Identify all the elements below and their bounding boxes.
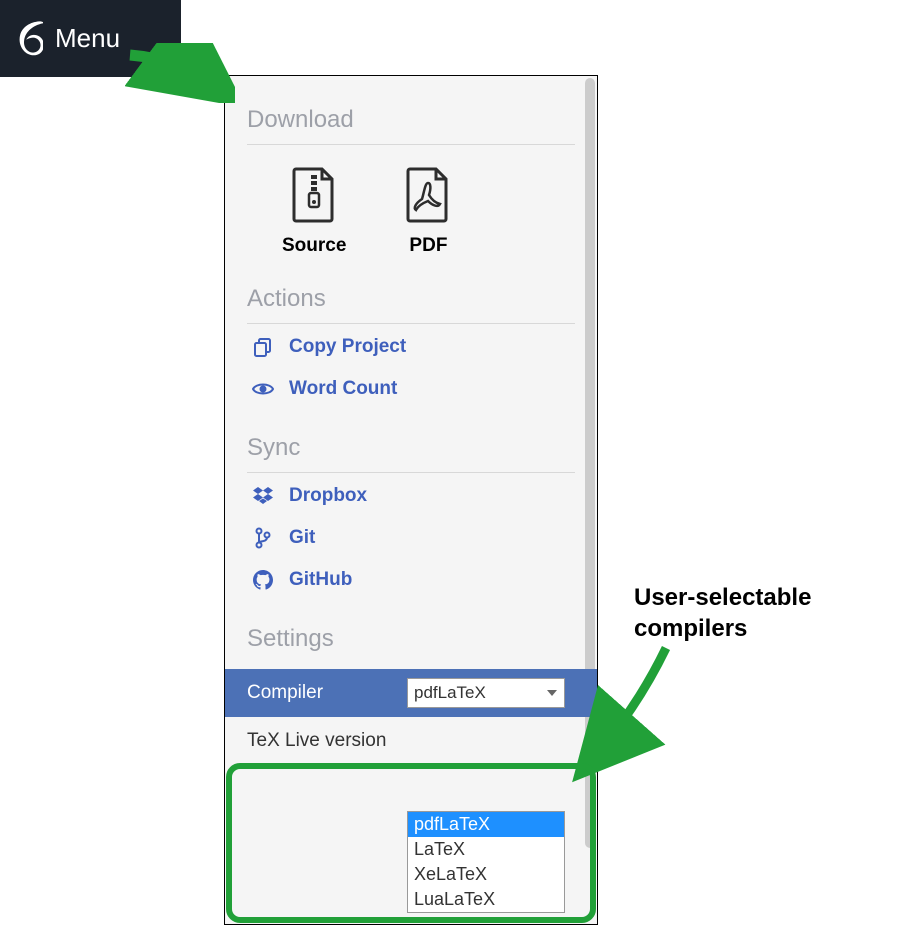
annotation-text: User-selectable compilers <box>634 582 811 644</box>
zip-file-icon <box>292 167 336 223</box>
word-count-button[interactable]: Word Count <box>251 378 575 400</box>
compiler-option-latex[interactable]: LaTeX <box>408 837 564 862</box>
compiler-option-pdflatex[interactable]: pdfLaTeX <box>408 812 564 837</box>
sync-github-label: GitHub <box>289 569 352 591</box>
menu-label: Menu <box>55 23 120 54</box>
compiler-select[interactable] <box>407 678 565 708</box>
sync-github-button[interactable]: GitHub <box>251 569 575 591</box>
sync-dropbox-label: Dropbox <box>289 485 367 507</box>
sync-dropbox-button[interactable]: Dropbox <box>251 485 575 507</box>
copy-project-button[interactable]: Copy Project <box>251 336 575 358</box>
eye-icon <box>251 381 275 397</box>
menu-panel: Download Source <box>224 75 598 925</box>
dropbox-icon <box>251 487 275 505</box>
texlive-label: TeX Live version <box>247 730 407 752</box>
arrow-annotation-icon <box>125 43 235 103</box>
compiler-option-xelatex[interactable]: XeLaTeX <box>408 862 564 887</box>
compiler-label: Compiler <box>247 682 407 704</box>
download-source-button[interactable]: Source <box>282 167 346 257</box>
settings-compiler-row: Compiler <box>225 669 597 717</box>
download-source-label: Source <box>282 235 346 257</box>
download-pdf-button[interactable]: PDF <box>406 167 450 257</box>
word-count-label: Word Count <box>289 378 397 400</box>
pdf-file-icon <box>406 167 450 223</box>
copy-project-label: Copy Project <box>289 336 406 358</box>
overleaf-logo-icon <box>15 20 43 58</box>
arrow-annotation-icon <box>566 640 686 790</box>
git-branch-icon <box>251 527 275 549</box>
compiler-option-lualatex[interactable]: LuaLaTeX <box>408 887 564 912</box>
section-heading-settings: Settings <box>247 607 575 663</box>
compiler-dropdown-list: pdfLaTeX LaTeX XeLaTeX LuaLaTeX <box>407 811 565 913</box>
section-heading-download: Download <box>247 88 575 145</box>
github-icon <box>251 570 275 590</box>
download-pdf-label: PDF <box>409 235 447 257</box>
copy-icon <box>251 337 275 357</box>
sync-git-button[interactable]: Git <box>251 527 575 549</box>
section-heading-actions: Actions <box>247 267 575 324</box>
settings-texlive-row: TeX Live version <box>225 717 597 765</box>
section-heading-sync: Sync <box>247 416 575 473</box>
sync-git-label: Git <box>289 527 315 549</box>
